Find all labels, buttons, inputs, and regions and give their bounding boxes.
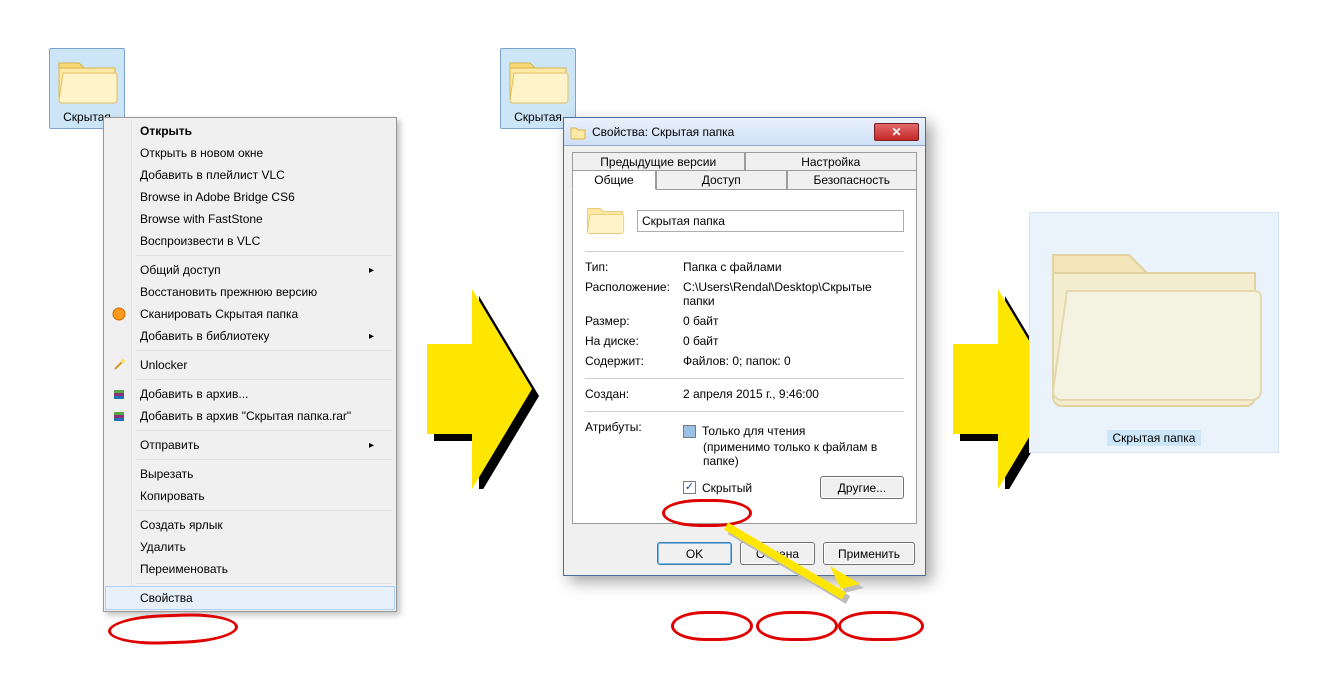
ctx-copy[interactable]: Копировать (106, 485, 394, 507)
tab-security[interactable]: Безопасность (787, 170, 918, 189)
hidden-label: Скрытый (702, 481, 752, 495)
winrar-icon (111, 386, 127, 402)
ctx-adobe-bridge[interactable]: Browse in Adobe Bridge CS6 (106, 186, 394, 208)
divider (585, 251, 904, 252)
folder-name-input[interactable] (637, 210, 904, 232)
chevron-right-icon: ▸ (369, 331, 374, 342)
ctx-separator (136, 583, 392, 584)
ctx-vlc-play[interactable]: Воспроизвести в VLC (106, 230, 394, 252)
ctx-rar-add-named[interactable]: Добавить в архив "Скрытая папка.rar" (106, 405, 394, 427)
value-type: Папка с файлами (683, 260, 904, 274)
ctx-cut[interactable]: Вырезать (106, 463, 394, 485)
close-icon: ✕ (891, 125, 901, 139)
ctx-add-library[interactable]: Добавить в библиотеку▸ (106, 325, 394, 347)
label-ondisk: На диске: (585, 334, 683, 348)
ok-button[interactable]: OK (657, 542, 732, 565)
hidden-folder-preview: Скрытая папка (1029, 212, 1279, 453)
annotation-circle (756, 611, 838, 641)
ctx-open-new-window[interactable]: Открыть в новом окне (106, 142, 394, 164)
ctx-rename[interactable]: Переименовать (106, 558, 394, 580)
ctx-separator (136, 459, 392, 460)
tab-panel-general: Тип:Папка с файлами Расположение:C:\User… (572, 189, 917, 524)
readonly-label: Только для чтения (702, 424, 805, 438)
other-attributes-button[interactable]: Другие... (820, 476, 904, 499)
winrar-icon (111, 408, 127, 424)
folder-icon (506, 53, 570, 110)
tab-access[interactable]: Доступ (656, 170, 787, 189)
wand-icon (111, 357, 127, 373)
ctx-send-to[interactable]: Отправить▸ (106, 434, 394, 456)
hidden-folder-label: Скрытая папка (1107, 430, 1202, 446)
label-location: Расположение: (585, 280, 683, 308)
annotation-circle (108, 612, 239, 647)
ctx-open[interactable]: Открыть (106, 120, 394, 142)
ctx-delete[interactable]: Удалить (106, 536, 394, 558)
context-menu: Открыть Открыть в новом окне Добавить в … (103, 117, 397, 612)
label-contains: Содержит: (585, 354, 683, 368)
ctx-separator (136, 255, 392, 256)
ctx-rar-add[interactable]: Добавить в архив... (106, 383, 394, 405)
ctx-create-shortcut[interactable]: Создать ярлык (106, 514, 394, 536)
checkbox-readonly[interactable] (683, 425, 696, 438)
folder-icon (1039, 408, 1269, 422)
properties-dialog: Свойства: Скрытая папка ✕ Предыдущие вер… (563, 117, 926, 576)
scan-icon (111, 306, 127, 322)
close-button[interactable]: ✕ (874, 123, 919, 141)
annotation-circle (838, 611, 924, 641)
value-created: 2 апреля 2015 г., 9:46:00 (683, 387, 904, 401)
dialog-title: Свойства: Скрытая папка (592, 125, 868, 139)
ctx-separator (136, 350, 392, 351)
apply-button[interactable]: Применить (823, 542, 915, 565)
ctx-faststone[interactable]: Browse with FastStone (106, 208, 394, 230)
tab-general[interactable]: Общие (572, 170, 656, 190)
ctx-vlc-playlist[interactable]: Добавить в плейлист VLC (106, 164, 394, 186)
cancel-button[interactable]: Отмена (740, 542, 815, 565)
divider (585, 411, 904, 412)
folder-icon (570, 124, 586, 140)
canvas: Скрытая Открыть Открыть в новом окне Доб… (0, 0, 1320, 684)
ctx-separator (136, 379, 392, 380)
chevron-right-icon: ▸ (369, 265, 374, 276)
value-size: 0 байт (683, 314, 904, 328)
folder-icon (585, 202, 625, 239)
annotation-circle (671, 611, 753, 641)
label-size: Размер: (585, 314, 683, 328)
tab-previous-versions[interactable]: Предыдущие версии (572, 152, 745, 171)
ctx-separator (136, 430, 392, 431)
readonly-sublabel: (применимо только к файлам в папке) (703, 440, 904, 468)
tab-customize[interactable]: Настройка (745, 152, 918, 171)
ctx-unlocker[interactable]: Unlocker (106, 354, 394, 376)
ctx-properties[interactable]: Свойства (106, 587, 394, 609)
chevron-right-icon: ▸ (369, 440, 374, 451)
ctx-separator (136, 510, 392, 511)
label-created: Создан: (585, 387, 683, 401)
step-arrow-icon (427, 289, 547, 489)
divider (585, 378, 904, 379)
ctx-scan[interactable]: Сканировать Скрытая папка (106, 303, 394, 325)
value-contains: Файлов: 0; папок: 0 (683, 354, 904, 368)
value-ondisk: 0 байт (683, 334, 904, 348)
folder-icon (55, 53, 119, 110)
label-type: Тип: (585, 260, 683, 274)
dialog-titlebar[interactable]: Свойства: Скрытая папка ✕ (564, 118, 925, 146)
ctx-restore-version[interactable]: Восстановить прежнюю версию (106, 281, 394, 303)
label-attributes: Атрибуты: (585, 420, 683, 434)
ctx-share[interactable]: Общий доступ▸ (106, 259, 394, 281)
value-location: C:\Users\Rendal\Desktop\Скрытые папки (683, 280, 904, 308)
checkbox-hidden[interactable] (683, 481, 696, 494)
